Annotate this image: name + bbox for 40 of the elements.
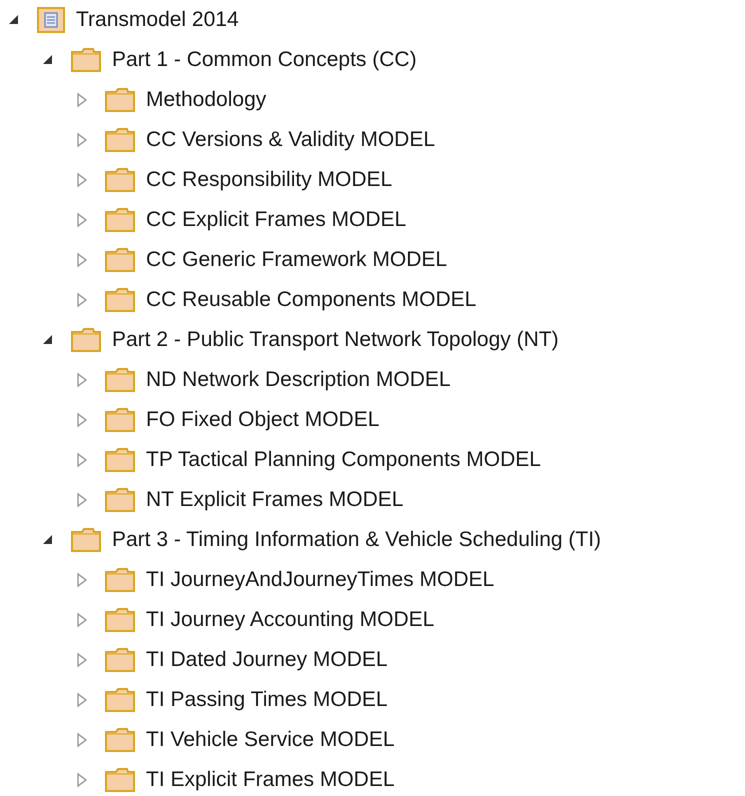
tree-item-label[interactable]: Part 1 - Common Concepts (CC) (112, 44, 417, 76)
tree-item-label[interactable]: NT Explicit Frames MODEL (146, 484, 404, 516)
tree-item-label[interactable]: FO Fixed Object MODEL (146, 404, 380, 436)
tree-item-label[interactable]: TI Vehicle Service MODEL (146, 724, 395, 756)
folder-icon (104, 767, 136, 793)
tree-item-label[interactable]: CC Versions & Validity MODEL (146, 124, 436, 156)
folder-icon (104, 567, 136, 593)
tree-item-label[interactable]: CC Explicit Frames MODEL (146, 204, 406, 236)
tree-item-label[interactable]: TP Tactical Planning Components MODEL (146, 444, 541, 476)
folder-icon (104, 127, 136, 153)
folder-icon (104, 607, 136, 633)
tree-item-label[interactable]: CC Responsibility MODEL (146, 164, 392, 196)
tree-item-label[interactable]: TI Journey Accounting MODEL (146, 604, 434, 636)
tree-item-label[interactable]: ND Network Description MODEL (146, 364, 451, 396)
tree-item-label[interactable]: TI Passing Times MODEL (146, 684, 388, 716)
folder-icon (104, 87, 136, 113)
tree-item-label[interactable]: Part 2 - Public Transport Network Topology (NT) (112, 324, 559, 356)
folder-icon (104, 247, 136, 273)
folder-icon (104, 687, 136, 713)
tree-item-label[interactable]: TI Dated Journey MODEL (146, 644, 388, 676)
folder-icon (104, 727, 136, 753)
folder-icon (104, 207, 136, 233)
model-icon (36, 6, 66, 34)
tree-item-label[interactable]: Transmodel 2014 (76, 4, 239, 36)
tree-item-label[interactable]: TI JourneyAndJourneyTimes MODEL (146, 564, 494, 596)
folder-icon (70, 527, 102, 553)
folder-icon (70, 327, 102, 353)
folder-icon (70, 47, 102, 73)
tree-item-label[interactable]: CC Generic Framework MODEL (146, 244, 448, 276)
folder-icon (104, 407, 136, 433)
folder-icon (104, 487, 136, 513)
tree-item-label[interactable]: CC Reusable Components MODEL (146, 284, 476, 316)
folder-icon (104, 167, 136, 193)
folder-icon (104, 287, 136, 313)
tree-item-label[interactable]: Methodology (146, 84, 266, 116)
tree-item-label[interactable]: Part 3 - Timing Information & Vehicle Scheduling (TI) (112, 524, 602, 556)
folder-icon (104, 647, 136, 673)
tree-item-label[interactable]: TI Explicit Frames MODEL (146, 764, 395, 796)
folder-icon (104, 447, 136, 473)
folder-icon (104, 367, 136, 393)
